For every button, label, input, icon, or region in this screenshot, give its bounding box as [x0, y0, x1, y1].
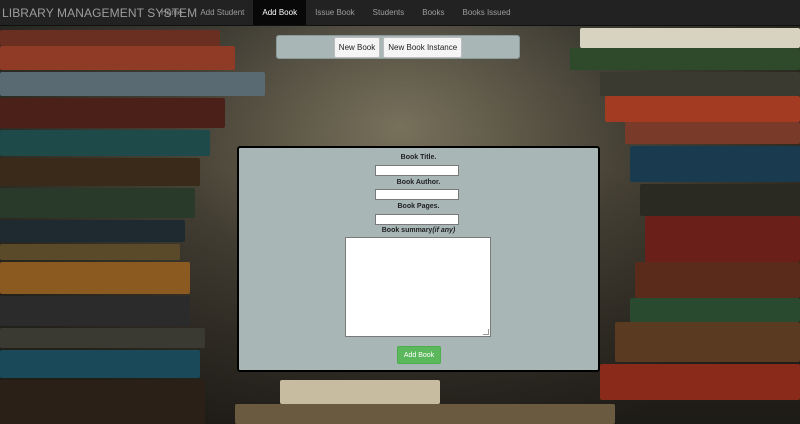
book-spine [580, 28, 800, 48]
book-spine [615, 322, 800, 362]
nav-menu: Home Add Student Add Book Issue Book Stu… [152, 0, 520, 25]
book-spine [0, 350, 200, 378]
book-pages-label: Book Pages. [397, 203, 440, 210]
new-book-instance-button[interactable]: New Book Instance [383, 36, 463, 58]
book-spine [625, 122, 800, 144]
book-spine [0, 262, 190, 294]
book-pages-input[interactable] [375, 214, 459, 225]
nav-issue-book[interactable]: Issue Book [306, 0, 364, 25]
book-summary-label: Book summary(if any) [239, 227, 598, 234]
book-spine [0, 72, 265, 96]
book-spine [0, 296, 190, 326]
book-spine [600, 72, 800, 96]
book-spine [0, 244, 180, 260]
book-spine [0, 380, 205, 424]
book-author-input[interactable] [375, 189, 459, 200]
nav-books-issued[interactable]: Books Issued [453, 0, 519, 25]
top-navbar: LIBRARY MANAGEMENT SYSTEM Home Add Stude… [0, 0, 800, 26]
nav-home[interactable]: Home [152, 0, 191, 25]
nav-add-book[interactable]: Add Book [253, 0, 307, 25]
book-summary-label-text: Book summary [381, 227, 433, 234]
nav-add-student[interactable]: Add Student [191, 0, 253, 25]
book-summary-label-suffix: (if any) [432, 227, 456, 234]
book-summary-textarea[interactable] [345, 237, 491, 337]
nav-books[interactable]: Books [413, 0, 453, 25]
book-type-tabs: New Book New Book Instance [276, 35, 520, 59]
book-spine [0, 98, 225, 128]
book-spine [570, 48, 800, 70]
book-spine [235, 404, 615, 424]
nav-students[interactable]: Students [364, 0, 414, 25]
book-spine [0, 188, 195, 218]
book-title-input[interactable] [375, 165, 459, 176]
book-spine [0, 46, 235, 70]
book-spine [645, 216, 800, 262]
add-book-submit-button[interactable]: Add Book [397, 346, 441, 364]
book-spine [640, 184, 800, 216]
book-spine [605, 96, 800, 122]
book-spine [635, 262, 800, 298]
book-spine [600, 364, 800, 400]
book-spine [0, 328, 205, 348]
book-author-label: Book Author. [396, 179, 441, 186]
book-spine [280, 380, 440, 404]
book-title-label: Book Title. [400, 154, 437, 161]
book-spine [0, 220, 185, 242]
resize-grip-icon[interactable] [483, 329, 489, 335]
book-spine [630, 146, 800, 182]
book-spine [0, 130, 210, 156]
book-spine [630, 298, 800, 322]
new-book-button[interactable]: New Book [333, 36, 381, 58]
brand-title[interactable]: LIBRARY MANAGEMENT SYSTEM [0, 6, 197, 20]
add-book-form: Book Title. Book Author. Book Pages. Boo… [237, 146, 600, 372]
book-spine [0, 30, 220, 46]
book-spine [0, 158, 200, 186]
